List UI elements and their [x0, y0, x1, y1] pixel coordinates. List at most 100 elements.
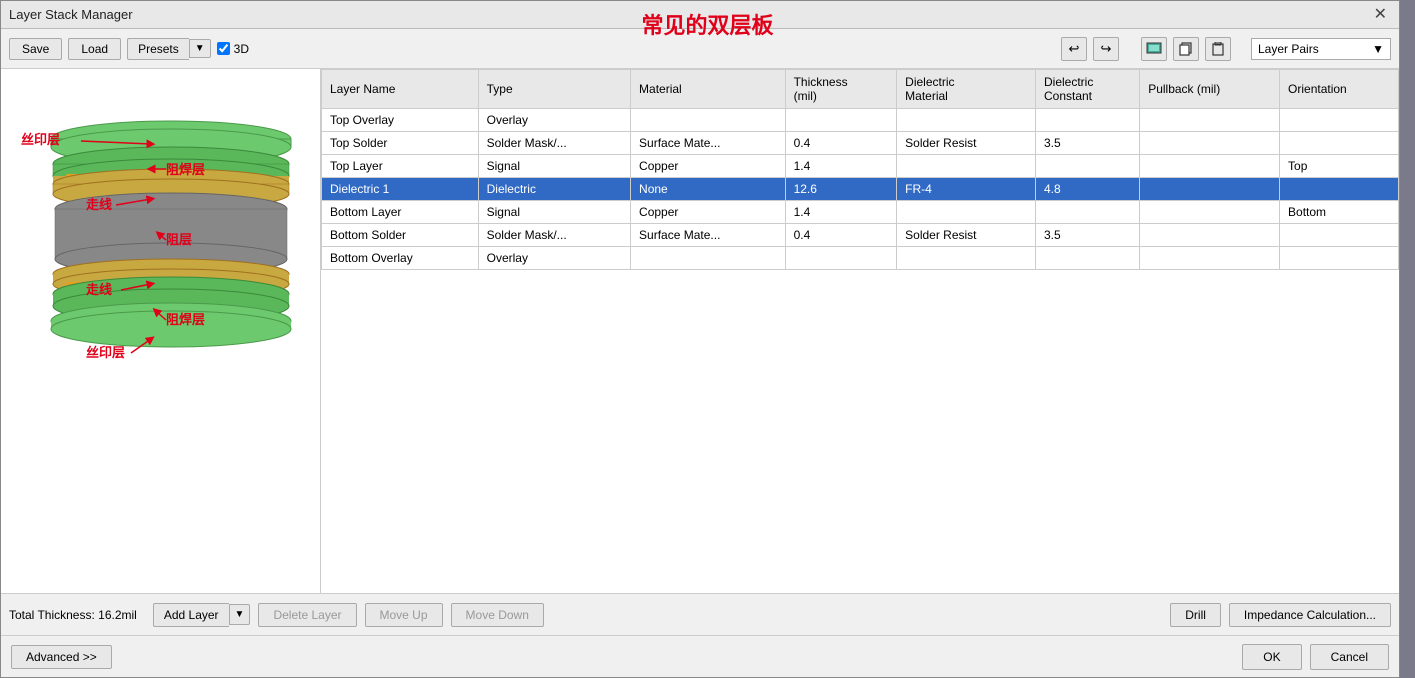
table-cell — [897, 247, 1036, 270]
table-cell: Bottom — [1280, 201, 1399, 224]
table-cell — [785, 109, 897, 132]
table-cell — [785, 247, 897, 270]
table-cell — [1035, 247, 1139, 270]
table-cell — [1280, 178, 1399, 201]
title-bar: Layer Stack Manager ✕ — [1, 1, 1399, 29]
col-material: Material — [631, 70, 786, 109]
table-cell: 3.5 — [1035, 224, 1139, 247]
impedance-button[interactable]: Impedance Calculation... — [1229, 603, 1391, 627]
table-cell: Copper — [631, 201, 786, 224]
presets-button[interactable]: Presets — [127, 38, 189, 60]
table-row[interactable]: Dielectric 1DielectricNone12.6FR-44.8 — [322, 178, 1399, 201]
paste-button[interactable] — [1205, 37, 1231, 61]
table-cell: Solder Resist — [897, 132, 1036, 155]
add-layer-dropdown-button[interactable]: ▼ — [229, 604, 251, 625]
left-panel: 丝印层 阻焊层 走线 阻层 走线 阻焊层 — [1, 69, 321, 593]
table-cell: Top Overlay — [322, 109, 479, 132]
toolbar: Save Load Presets ▼ 3D ↩ ↪ Layer Pairs ▼ — [1, 29, 1399, 69]
table-cell — [631, 109, 786, 132]
import-button[interactable] — [1141, 37, 1167, 61]
annotation-solder-bottom: 阻焊层 — [166, 312, 205, 327]
presets-dropdown-button[interactable]: ▼ — [189, 39, 211, 58]
table-cell — [897, 109, 1036, 132]
table-cell: Solder Mask/... — [478, 224, 630, 247]
table-cell: Dielectric — [478, 178, 630, 201]
col-type: Type — [478, 70, 630, 109]
table-row[interactable]: Top SolderSolder Mask/...Surface Mate...… — [322, 132, 1399, 155]
advanced-button[interactable]: Advanced >> — [11, 645, 112, 669]
table-cell: 4.8 — [1035, 178, 1139, 201]
table-cell — [1140, 224, 1280, 247]
table-row[interactable]: Bottom OverlayOverlay — [322, 247, 1399, 270]
table-cell: Top Layer — [322, 155, 479, 178]
table-row[interactable]: Top OverlayOverlay — [322, 109, 1399, 132]
table-row[interactable]: Bottom LayerSignalCopper1.4 Bottom — [322, 201, 1399, 224]
annotation-silk-top: 丝印层 — [21, 132, 60, 147]
table-cell — [1140, 109, 1280, 132]
table-cell: 0.4 — [785, 132, 897, 155]
table-cell: Solder Mask/... — [478, 132, 630, 155]
add-layer-group: Add Layer ▼ — [153, 603, 251, 627]
close-button[interactable]: ✕ — [1370, 7, 1391, 23]
table-cell — [1035, 109, 1139, 132]
table-row[interactable]: Top LayerSignalCopper1.4Top — [322, 155, 1399, 178]
col-dielectric-constant: DielectricConstant — [1035, 70, 1139, 109]
col-dielectric-material: DielectricMaterial — [897, 70, 1036, 109]
move-up-button[interactable]: Move Up — [365, 603, 443, 627]
footer-bar: Advanced >> OK Cancel — [1, 635, 1399, 677]
right-panel: Layer Name Type Material Thickness(mil) … — [321, 69, 1399, 593]
save-button[interactable]: Save — [9, 38, 62, 60]
bottom-bar: Total Thickness: 16.2mil Add Layer ▼ Del… — [1, 593, 1399, 635]
table-cell: 1.4 — [785, 201, 897, 224]
table-cell: Bottom Layer — [322, 201, 479, 224]
table-cell: Signal — [478, 201, 630, 224]
table-header-row: Layer Name Type Material Thickness(mil) … — [322, 70, 1399, 109]
pcb-diagram: 丝印层 阻焊层 走线 阻层 走线 阻焊层 — [11, 79, 301, 509]
table-cell: 3.5 — [1035, 132, 1139, 155]
table-cell — [1280, 247, 1399, 270]
table-cell: Surface Mate... — [631, 132, 786, 155]
table-cell: Surface Mate... — [631, 224, 786, 247]
undo-button[interactable]: ↩ — [1061, 37, 1087, 61]
table-cell: 0.4 — [785, 224, 897, 247]
table-cell: Bottom Overlay — [322, 247, 479, 270]
ok-button[interactable]: OK — [1242, 644, 1301, 670]
table-cell: None — [631, 178, 786, 201]
table-cell: Overlay — [478, 109, 630, 132]
drill-button[interactable]: Drill — [1170, 603, 1221, 627]
move-down-button[interactable]: Move Down — [451, 603, 544, 627]
table-cell — [1140, 132, 1280, 155]
add-layer-button[interactable]: Add Layer — [153, 603, 229, 627]
table-row[interactable]: Bottom SolderSolder Mask/...Surface Mate… — [322, 224, 1399, 247]
table-cell: Signal — [478, 155, 630, 178]
table-cell: Top — [1280, 155, 1399, 178]
annotation-silk-bottom: 丝印层 — [86, 345, 125, 360]
table-cell — [1035, 201, 1139, 224]
table-cell: FR-4 — [897, 178, 1036, 201]
table-cell — [1280, 109, 1399, 132]
layer-pairs-select[interactable]: Layer Pairs ▼ — [1251, 38, 1391, 60]
table-cell — [1140, 155, 1280, 178]
dialog: Layer Stack Manager ✕ Save Load Presets … — [0, 0, 1400, 678]
table-cell: 12.6 — [785, 178, 897, 201]
table-cell — [897, 155, 1036, 178]
3d-checkbox[interactable] — [217, 42, 230, 55]
table-cell — [1140, 247, 1280, 270]
cancel-button[interactable]: Cancel — [1310, 644, 1389, 670]
annotation-trace-bottom: 走线 — [86, 282, 112, 297]
annotation-core: 阻层 — [166, 232, 192, 247]
table-cell — [1280, 224, 1399, 247]
3d-label: 3D — [234, 42, 249, 56]
copy-button[interactable] — [1173, 37, 1199, 61]
table-cell: Copper — [631, 155, 786, 178]
delete-layer-button[interactable]: Delete Layer — [258, 603, 356, 627]
3d-checkbox-label[interactable]: 3D — [217, 42, 249, 56]
annotation-trace-top: 走线 — [86, 197, 112, 212]
presets-group: Presets ▼ — [127, 38, 211, 60]
redo-button[interactable]: ↪ — [1093, 37, 1119, 61]
table-cell — [897, 201, 1036, 224]
layer-pairs-arrow-icon: ▼ — [1372, 42, 1384, 56]
layer-table: Layer Name Type Material Thickness(mil) … — [321, 69, 1399, 270]
load-button[interactable]: Load — [68, 38, 121, 60]
table-cell — [1140, 201, 1280, 224]
